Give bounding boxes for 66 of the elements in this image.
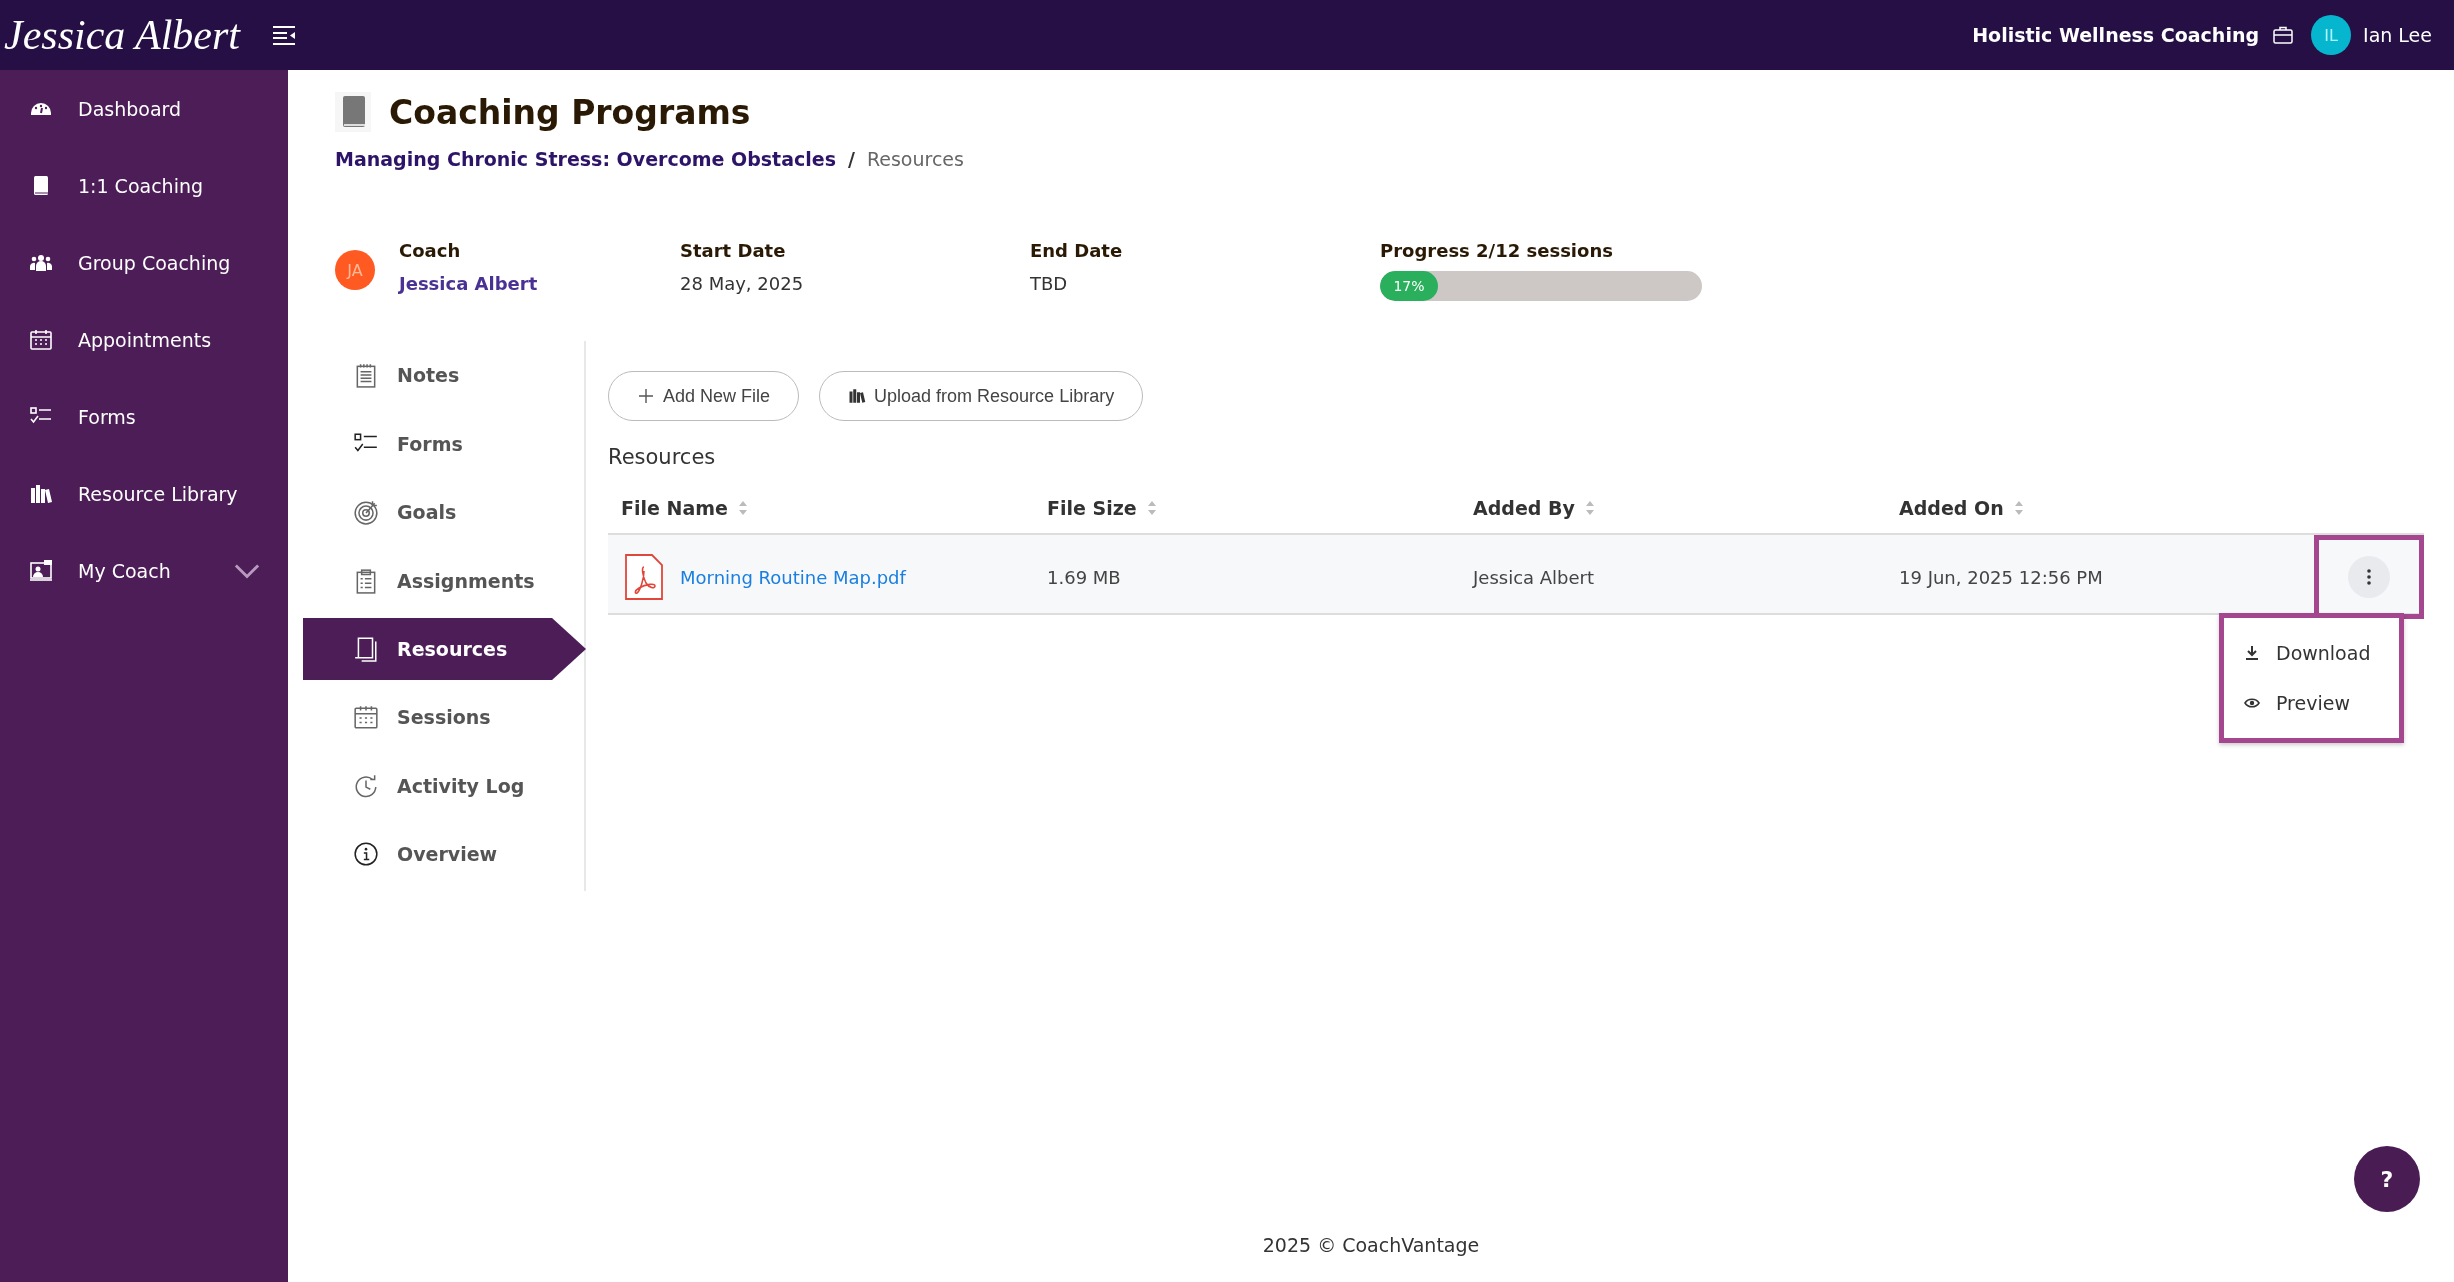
target-icon bbox=[353, 499, 379, 526]
section-tab[interactable]: Resources bbox=[303, 618, 586, 680]
breadcrumb-link[interactable]: Managing Chronic Stress: Overcome Obstacles bbox=[335, 148, 836, 170]
column-header[interactable]: Added On bbox=[1886, 497, 2314, 519]
documents-icon bbox=[353, 636, 379, 662]
pdf-file-icon bbox=[624, 553, 664, 601]
user-name[interactable]: Ian Lee bbox=[2363, 24, 2432, 46]
footer-copyright: 2025 © CoachVantage bbox=[1262, 1234, 1480, 1256]
organization-name: Holistic Wellness Coaching bbox=[1972, 24, 2260, 46]
kebab-icon bbox=[2366, 568, 2372, 586]
download-icon bbox=[2244, 645, 2260, 661]
section-tab[interactable]: Forms bbox=[303, 409, 583, 478]
menu-item[interactable]: Download bbox=[2224, 628, 2399, 678]
page-title: Coaching Programs bbox=[389, 92, 751, 132]
breadcrumb-separator: / bbox=[847, 148, 855, 170]
briefcase-icon[interactable] bbox=[2273, 26, 2294, 44]
section-heading: Resources bbox=[608, 445, 717, 469]
more-options-button[interactable] bbox=[2348, 556, 2390, 598]
column-header[interactable]: File Size bbox=[1034, 497, 1460, 519]
plus-icon bbox=[637, 387, 655, 405]
sidebar-item[interactable]: Appointments bbox=[0, 301, 288, 378]
section-tab[interactable]: Sessions bbox=[303, 683, 583, 752]
menu-icon[interactable] bbox=[272, 25, 296, 45]
section-tab[interactable]: Assignments bbox=[303, 546, 583, 615]
section-tab[interactable]: Overview bbox=[303, 820, 583, 889]
column-header[interactable]: File Name bbox=[608, 497, 1034, 519]
info-icon bbox=[353, 841, 379, 868]
sort-icon[interactable] bbox=[737, 500, 748, 516]
coach-name-link[interactable]: Jessica Albert bbox=[399, 273, 680, 294]
start-date-value: 28 May, 2025 bbox=[680, 273, 805, 294]
logo-script: Jessica Albert bbox=[3, 10, 242, 60]
sidebar-item[interactable]: Dashboard bbox=[0, 70, 288, 147]
books-icon bbox=[848, 387, 867, 405]
coach-label: Coach bbox=[399, 240, 462, 261]
help-button[interactable]: ? bbox=[2354, 1146, 2420, 1212]
sidebar-item[interactable]: Forms bbox=[0, 378, 288, 455]
breadcrumb-current: Resources bbox=[866, 148, 964, 170]
table-cell-text: Jessica Albert bbox=[1471, 566, 1596, 588]
coach-icon bbox=[28, 558, 54, 583]
add-file-button[interactable]: Add New File bbox=[608, 371, 800, 421]
clock-icon bbox=[353, 772, 379, 799]
progress-fill: 17% bbox=[1380, 271, 1438, 301]
end-date-label: End Date bbox=[1030, 240, 1124, 261]
section-tab[interactable]: Goals bbox=[303, 478, 583, 547]
start-date-label: Start Date bbox=[680, 240, 787, 261]
sidebar-item[interactable]: Resource Library bbox=[0, 455, 288, 532]
sidebar-item[interactable]: 1:1 Coaching bbox=[0, 147, 288, 224]
sidebar-item[interactable]: My Coach bbox=[0, 532, 288, 609]
calendar-icon bbox=[28, 327, 54, 352]
coach-avatar: JA bbox=[335, 250, 375, 290]
file-link[interactable]: Morning Routine Map.pdf bbox=[680, 566, 906, 588]
upload-button[interactable]: Upload from Resource Library bbox=[819, 371, 1144, 421]
sort-icon[interactable] bbox=[1146, 500, 1157, 516]
column-header[interactable]: Added By bbox=[1460, 497, 1886, 519]
menu-item[interactable]: Preview bbox=[2224, 678, 2399, 728]
book-icon bbox=[335, 92, 371, 132]
section-tab[interactable]: Activity Log bbox=[303, 751, 583, 820]
sort-icon[interactable] bbox=[2013, 500, 2024, 516]
section-tab[interactable]: Notes bbox=[303, 341, 583, 410]
sort-icon[interactable] bbox=[1584, 500, 1595, 516]
calendar-icon bbox=[353, 704, 379, 731]
progress-label: Progress 2/12 sessions bbox=[1380, 240, 1614, 261]
table-cell-text: 1.69 MB bbox=[1046, 566, 1122, 588]
end-date-value: TBD bbox=[1030, 273, 1069, 294]
sidebar-item[interactable]: Group Coaching bbox=[0, 224, 288, 301]
table-cell-text: 19 Jun, 2025 12:56 PM bbox=[1898, 566, 2104, 588]
